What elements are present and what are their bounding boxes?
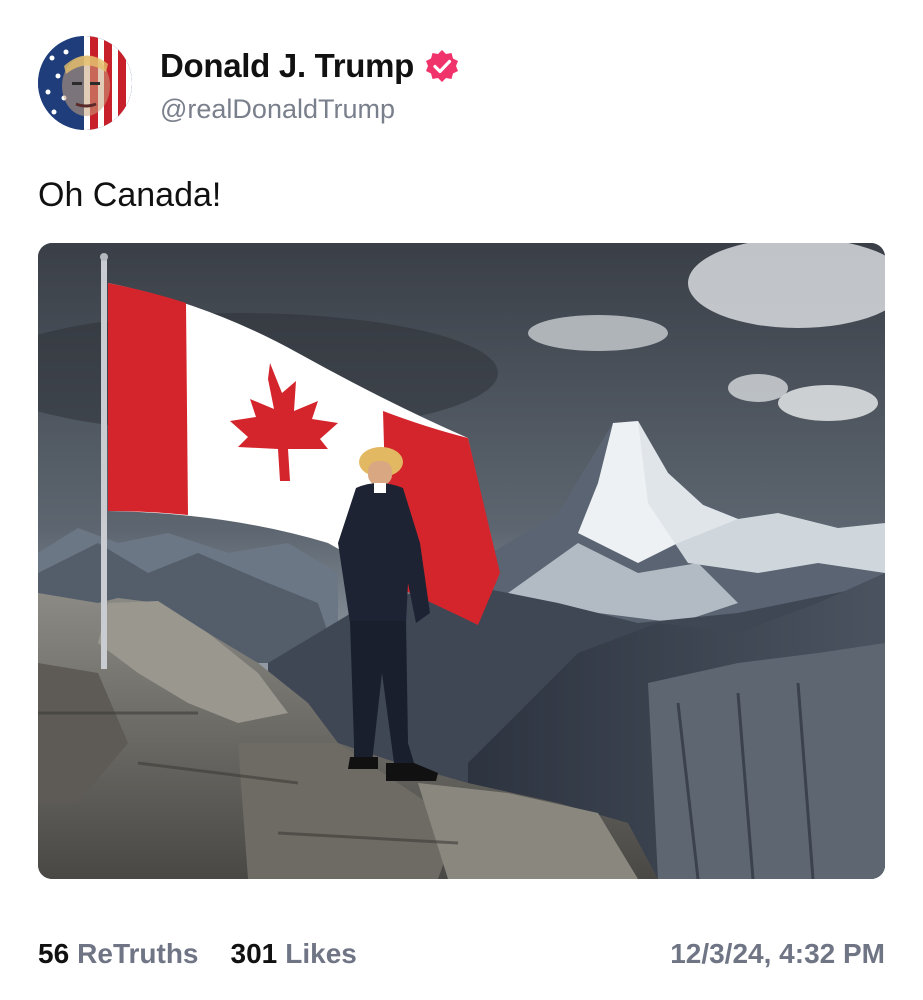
- retruths-stat[interactable]: 56 ReTruths: [38, 938, 199, 970]
- avatar-image: [38, 36, 132, 130]
- post-image[interactable]: [38, 243, 885, 879]
- display-name-row: Donald J. Trump: [160, 44, 560, 88]
- post-card: Donald J. Trump @realDonaldTrump Oh Cana…: [0, 0, 923, 1000]
- author-display-name[interactable]: Donald J. Trump: [160, 47, 414, 85]
- post-text: Oh Canada!: [38, 176, 222, 214]
- likes-count: 301: [230, 938, 278, 969]
- retruths-count: 56: [38, 938, 70, 969]
- post-timestamp[interactable]: 12/3/24, 4:32 PM: [670, 938, 885, 970]
- retruths-label: ReTruths: [77, 938, 199, 969]
- post-footer: 56 ReTruths 301 Likes 12/3/24, 4:32 PM: [38, 934, 885, 974]
- avatar[interactable]: [38, 36, 132, 130]
- likes-stat[interactable]: 301 Likes: [231, 938, 357, 970]
- canada-flag-mountain-image: [38, 243, 885, 879]
- author-names: Donald J. Trump @realDonaldTrump: [160, 44, 560, 125]
- likes-label: Likes: [285, 938, 357, 969]
- author-handle[interactable]: @realDonaldTrump: [160, 94, 560, 125]
- verified-badge-icon: [426, 50, 459, 82]
